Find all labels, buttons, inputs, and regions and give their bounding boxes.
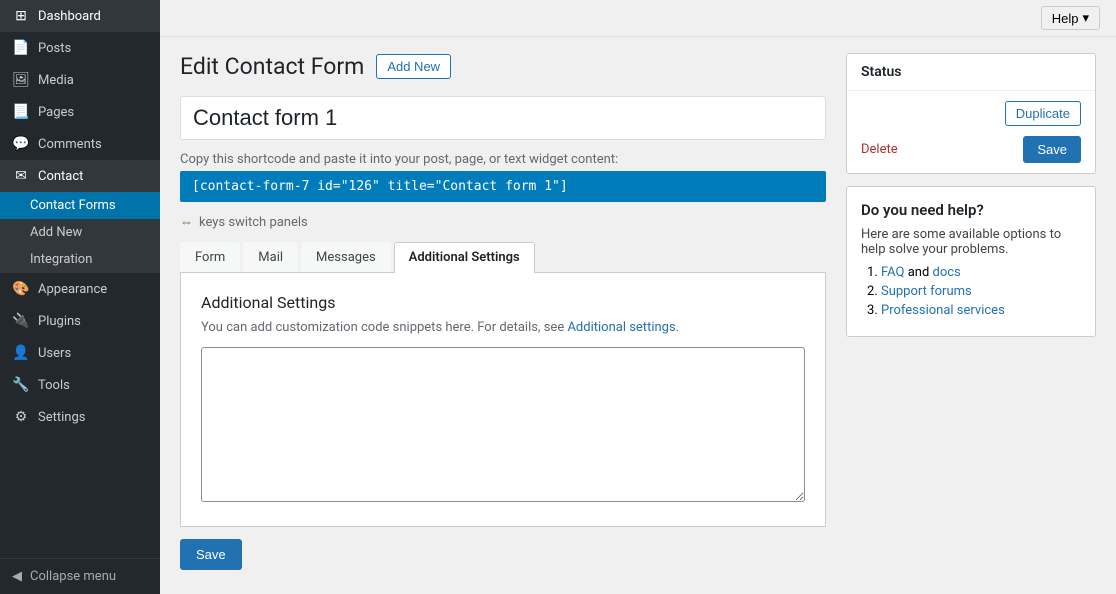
status-actions: Delete Save [861, 136, 1081, 163]
contact-icon: ✉ [12, 168, 30, 184]
save-button[interactable]: Save [1023, 136, 1081, 163]
help-list-item-support: Support forums [881, 284, 1081, 299]
sidebar-item-plugins[interactable]: 🔌 Plugins [0, 305, 160, 337]
sidebar-item-label: Comments [38, 137, 102, 152]
form-title-input[interactable] [180, 96, 826, 140]
tab-messages[interactable]: Messages [301, 242, 391, 272]
keys-icon: ⇔ [180, 214, 193, 230]
sidebar-item-settings[interactable]: ⚙ Settings [0, 401, 160, 433]
sidebar-item-label: Pages [38, 105, 74, 120]
sidebar-item-label: Media [38, 73, 74, 88]
sidebar-item-label: Posts [38, 41, 71, 56]
help-docs-link[interactable]: docs [933, 265, 961, 280]
tabs-container: Form Mail Messages Additional Settings A… [180, 242, 826, 527]
additional-settings-title: Additional Settings [201, 293, 805, 312]
left-column: Edit Contact Form Add New Copy this shor… [180, 53, 826, 578]
collapse-menu[interactable]: ◀ Collapse menu [0, 558, 160, 594]
sidebar-item-label: Dashboard [38, 9, 101, 24]
help-arrow-icon: ▾ [1082, 10, 1089, 26]
collapse-icon: ◀ [12, 569, 22, 584]
shortcode-section: Copy this shortcode and paste it into yo… [180, 152, 826, 202]
plugins-icon: 🔌 [12, 313, 30, 329]
sidebar-item-label: Appearance [38, 282, 107, 297]
sidebar: ⊞ Dashboard 📄 Posts 🖼 Media 📃 Pages 💬 Co… [0, 0, 160, 594]
appearance-icon: 🎨 [12, 281, 30, 297]
help-panel: Do you need help? Here are some availabl… [846, 186, 1096, 337]
desc-suffix: . [676, 320, 679, 335]
sidebar-item-integration[interactable]: Integration [0, 246, 160, 273]
help-label: Help [1052, 11, 1079, 26]
sidebar-submenu-contact: Contact Forms Add New Integration [0, 192, 160, 273]
sidebar-item-posts[interactable]: 📄 Posts [0, 32, 160, 64]
sidebar-item-label: Add New [30, 225, 82, 240]
tab-additional-settings[interactable]: Additional Settings [394, 242, 535, 273]
main-area: Help ▾ Edit Contact Form Add New Copy th… [160, 0, 1116, 594]
posts-icon: 📄 [12, 40, 30, 56]
sidebar-item-label: Plugins [38, 314, 81, 329]
help-button[interactable]: Help ▾ [1041, 6, 1100, 30]
tab-content-additional-settings: Additional Settings You can add customiz… [180, 273, 826, 527]
content-area: Edit Contact Form Add New Copy this shor… [160, 37, 1116, 594]
shortcode-label: Copy this shortcode and paste it into yo… [180, 152, 826, 167]
help-faq-link[interactable]: FAQ [881, 265, 904, 280]
help-support-link[interactable]: Support forums [881, 284, 972, 299]
delete-link[interactable]: Delete [861, 142, 898, 157]
desc-prefix: You can add customization code snippets … [201, 320, 567, 335]
sidebar-item-label: Integration [30, 252, 92, 267]
tab-form[interactable]: Form [180, 242, 240, 272]
additional-settings-desc: You can add customization code snippets … [201, 320, 805, 335]
sidebar-item-add-new[interactable]: Add New [0, 219, 160, 246]
users-icon: 👤 [12, 345, 30, 361]
shortcode-box[interactable]: [contact-form-7 id="126" title="Contact … [180, 171, 826, 202]
tools-icon: 🔧 [12, 377, 30, 393]
dashboard-icon: ⊞ [12, 8, 30, 24]
help-list-item-faq: FAQ and docs [881, 265, 1081, 280]
sidebar-item-appearance[interactable]: 🎨 Appearance [0, 273, 160, 305]
bottom-actions: Save [180, 539, 826, 570]
collapse-label: Collapse menu [30, 569, 116, 584]
sidebar-item-contact-forms[interactable]: Contact Forms [0, 192, 160, 219]
pages-icon: 📃 [12, 104, 30, 120]
top-bar: Help ▾ [160, 0, 1116, 37]
additional-settings-textarea[interactable] [201, 347, 805, 502]
status-panel: Status Duplicate Delete Save [846, 53, 1096, 174]
status-panel-title: Status [847, 54, 1095, 91]
sidebar-item-label: Contact Forms [30, 198, 116, 213]
help-professional-link[interactable]: Professional services [881, 303, 1005, 318]
page-title: Edit Contact Form [180, 53, 364, 80]
tabs-bar: Form Mail Messages Additional Settings [180, 242, 826, 273]
keys-hint: ⇔ keys switch panels [180, 214, 826, 230]
additional-settings-link[interactable]: Additional settings [567, 320, 675, 335]
help-panel-title: Do you need help? [861, 201, 1081, 219]
sidebar-item-label: Tools [38, 378, 70, 393]
sidebar-item-dashboard[interactable]: ⊞ Dashboard [0, 0, 160, 32]
sidebar-item-label: Contact [38, 169, 83, 184]
page-header: Edit Contact Form Add New [180, 53, 826, 80]
sidebar-item-comments[interactable]: 💬 Comments [0, 128, 160, 160]
media-icon: 🖼 [12, 72, 30, 88]
comments-icon: 💬 [12, 136, 30, 152]
keys-hint-text: keys switch panels [199, 215, 308, 230]
sidebar-item-users[interactable]: 👤 Users [0, 337, 160, 369]
sidebar-item-label: Settings [38, 410, 85, 425]
sidebar-item-media[interactable]: 🖼 Media [0, 64, 160, 96]
settings-icon: ⚙ [12, 409, 30, 425]
sidebar-item-pages[interactable]: 📃 Pages [0, 96, 160, 128]
help-list-item-professional: Professional services [881, 303, 1081, 318]
help-panel-desc: Here are some available options to help … [861, 227, 1081, 257]
tab-mail[interactable]: Mail [243, 242, 298, 272]
help-list: FAQ and docs Support forums Professional… [861, 265, 1081, 318]
sidebar-item-label: Users [38, 346, 71, 361]
sidebar-item-tools[interactable]: 🔧 Tools [0, 369, 160, 401]
status-panel-body: Duplicate Delete Save [847, 91, 1095, 173]
right-column: Status Duplicate Delete Save Do you need… [846, 53, 1096, 578]
bottom-save-button[interactable]: Save [180, 539, 242, 570]
sidebar-item-contact[interactable]: ✉ Contact [0, 160, 160, 192]
add-new-button[interactable]: Add New [376, 54, 451, 79]
duplicate-button[interactable]: Duplicate [1005, 101, 1081, 126]
